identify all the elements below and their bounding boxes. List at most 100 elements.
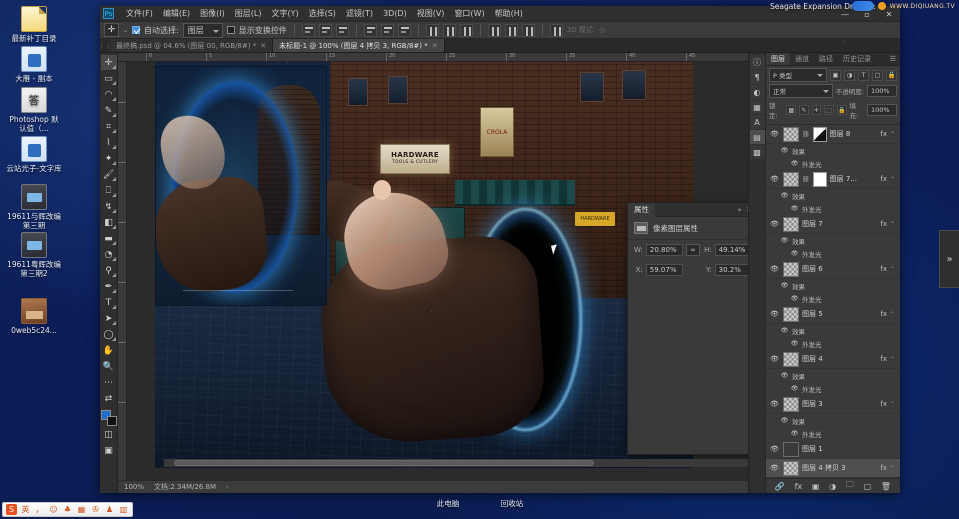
tab-history[interactable]: 历史记录 [838,53,876,65]
ime-menu-button[interactable]: ▥ [118,505,129,514]
color-swatches[interactable] [101,410,117,426]
screen-mode-button[interactable]: ▣ [101,443,117,458]
type-tool[interactable]: T [101,295,117,310]
vertical-ruler[interactable] [118,62,127,480]
lock-position-icon[interactable]: ✛ [812,105,822,115]
layer-mask-button[interactable]: ▣ [812,482,820,491]
tab-channels[interactable]: 通道 [790,53,814,65]
distribute-top-button[interactable] [426,24,439,37]
ime-keyboard-button[interactable]: ▦ [76,505,87,514]
clone-stamp-tool[interactable]: ⎕ [101,183,117,198]
layer-effect-item[interactable]: 👁 外发光 [766,292,900,305]
layer-thumbnail[interactable] [783,352,799,367]
menu-file[interactable]: 文件(F) [121,6,158,21]
close-icon[interactable]: ✕ [260,42,266,50]
brush-tool[interactable]: 🖌 [101,167,117,182]
layer-effect-item[interactable]: 👁 外发光 [766,202,900,215]
layer-thumbnail[interactable] [783,262,799,277]
scrollbar-thumb[interactable] [174,460,594,466]
layer-effect-item[interactable]: 👁 外发光 [766,337,900,350]
desktop-icon-recycle-bin[interactable]: 回收站 [488,498,536,509]
table-row[interactable]: 👁 ⛓ 图层 8 fx ⌃ [766,125,900,144]
status-expand-icon[interactable]: › [226,484,228,491]
table-row[interactable]: 👁 图层 4 fx ⌃ [766,350,900,369]
visibility-icon[interactable]: 👁 [780,236,789,245]
desktop-icon-6[interactable]: 0web5c24... [6,298,62,335]
table-row[interactable]: 👁 图层 3 fx ⌃ [766,395,900,414]
chevron-up-icon[interactable]: ⌃ [890,221,897,228]
fx-icon[interactable]: fx [880,265,887,273]
distribute-right-button[interactable] [522,24,535,37]
align-top-edges-button[interactable] [302,24,315,37]
layer-effects-group[interactable]: 👁 效果 [766,324,900,337]
lock-all-icon[interactable]: 🔒 [837,105,847,115]
distribute-horizontal-center-button[interactable] [505,24,518,37]
horizontal-scrollbar[interactable] [164,459,748,467]
chevron-up-icon[interactable]: ⌃ [890,401,897,408]
path-select-tool[interactable]: ➤ [101,311,117,326]
properties-panel[interactable]: 属性 » ☰ 像素图层属性 W: [627,202,748,455]
zoom-level[interactable]: 100% [124,483,144,491]
ime-punct-button[interactable]: ， [34,504,45,515]
info-icon[interactable]: ⓘ [750,55,765,69]
filter-pixel-icon[interactable]: ▣ [830,70,841,81]
eraser-tool[interactable]: ◧ [101,215,117,230]
quick-mask-button[interactable]: ◫ [101,427,117,442]
layer-style-button[interactable]: fx [795,482,803,491]
opacity-input[interactable]: 100% [867,85,897,97]
tool-preset-chevron-icon[interactable]: ⌄ [123,27,128,34]
desktop-icon-5[interactable]: 19611粤辉改编第三期2 [6,232,62,278]
visibility-icon[interactable]: 👁 [769,219,780,230]
layer-effect-item[interactable]: 👁 外发光 [766,427,900,440]
layer-effect-item[interactable]: 👁 外发光 [766,382,900,395]
healing-brush-tool[interactable]: ✦ [101,151,117,166]
visibility-icon[interactable]: 👁 [780,326,789,335]
show-transform-checkbox[interactable] [227,26,235,34]
chevron-up-icon[interactable]: ⌃ [890,311,897,318]
history-brush-tool[interactable]: ↯ [101,199,117,214]
filter-type-icon[interactable]: T [858,70,869,81]
chevron-up-icon[interactable]: ⌃ [890,465,897,472]
visibility-icon[interactable]: 👁 [769,309,780,320]
table-row[interactable]: 👁 图层 6 fx ⌃ [766,260,900,279]
chevron-up-icon[interactable]: ⌃ [890,131,897,138]
zoom-tool[interactable]: 🔍 [101,359,117,374]
gradient-tool[interactable]: ▬ [101,231,117,246]
properties-tab[interactable]: 属性 [628,203,655,217]
link-layers-button[interactable]: 🔗 [775,482,785,491]
mask-link-icon[interactable]: ⛓ [802,131,810,138]
menu-image[interactable]: 图像(I) [195,6,230,21]
ime-tools-button[interactable]: ✇ [90,505,101,514]
desktop-icon-1[interactable]: 大雁 - 副本 [6,46,62,83]
align-right-edges-button[interactable] [398,24,411,37]
pen-tool[interactable]: ✒ [101,279,117,294]
visibility-icon[interactable]: 👁 [790,429,799,438]
table-row[interactable]: 👁 ⛓ 图层 7... fx ⌃ [766,170,900,189]
ime-voice-button[interactable]: ♣ [62,505,73,514]
workspace-icon[interactable]: ◎ [599,26,605,34]
height-input[interactable]: 49.14% [715,244,748,256]
marquee-tool[interactable]: ▭ [101,71,117,86]
width-input[interactable]: 20.80% [646,244,683,256]
eyedropper-tool[interactable]: ⌇ [101,135,117,150]
brushes-icon[interactable]: ▩ [750,145,765,159]
ime-emoji-button[interactable]: ☺ [48,505,59,514]
document-tab-1[interactable]: 未标题-1 @ 100% (图层 4 拷贝 3, RGB/8#) * ✕ [273,39,445,52]
new-group-button[interactable]: 🗀 [846,479,854,493]
menu-filter[interactable]: 滤镜(T) [341,6,378,21]
lasso-tool[interactable]: ◠ [101,87,117,102]
visibility-icon[interactable]: 👁 [769,354,780,365]
menu-layer[interactable]: 图层(L) [230,6,267,21]
visibility-icon[interactable]: 👁 [780,191,789,200]
visibility-icon[interactable]: 👁 [769,399,780,410]
filter-smart-object-icon[interactable]: 🔒 [886,70,897,81]
layer-thumbnail[interactable] [783,461,799,476]
layer-effects-group[interactable]: 👁 效果 [766,144,900,157]
table-row[interactable]: 👁 图层 7 fx ⌃ [766,215,900,234]
panel-menu-icon[interactable]: ☰ [747,206,748,214]
collapse-icon[interactable]: » [737,206,741,214]
visibility-icon[interactable]: 👁 [790,384,799,393]
shape-tool[interactable]: ◯ [101,327,117,342]
distribute-left-button[interactable] [488,24,501,37]
visibility-icon[interactable]: 👁 [780,146,789,155]
